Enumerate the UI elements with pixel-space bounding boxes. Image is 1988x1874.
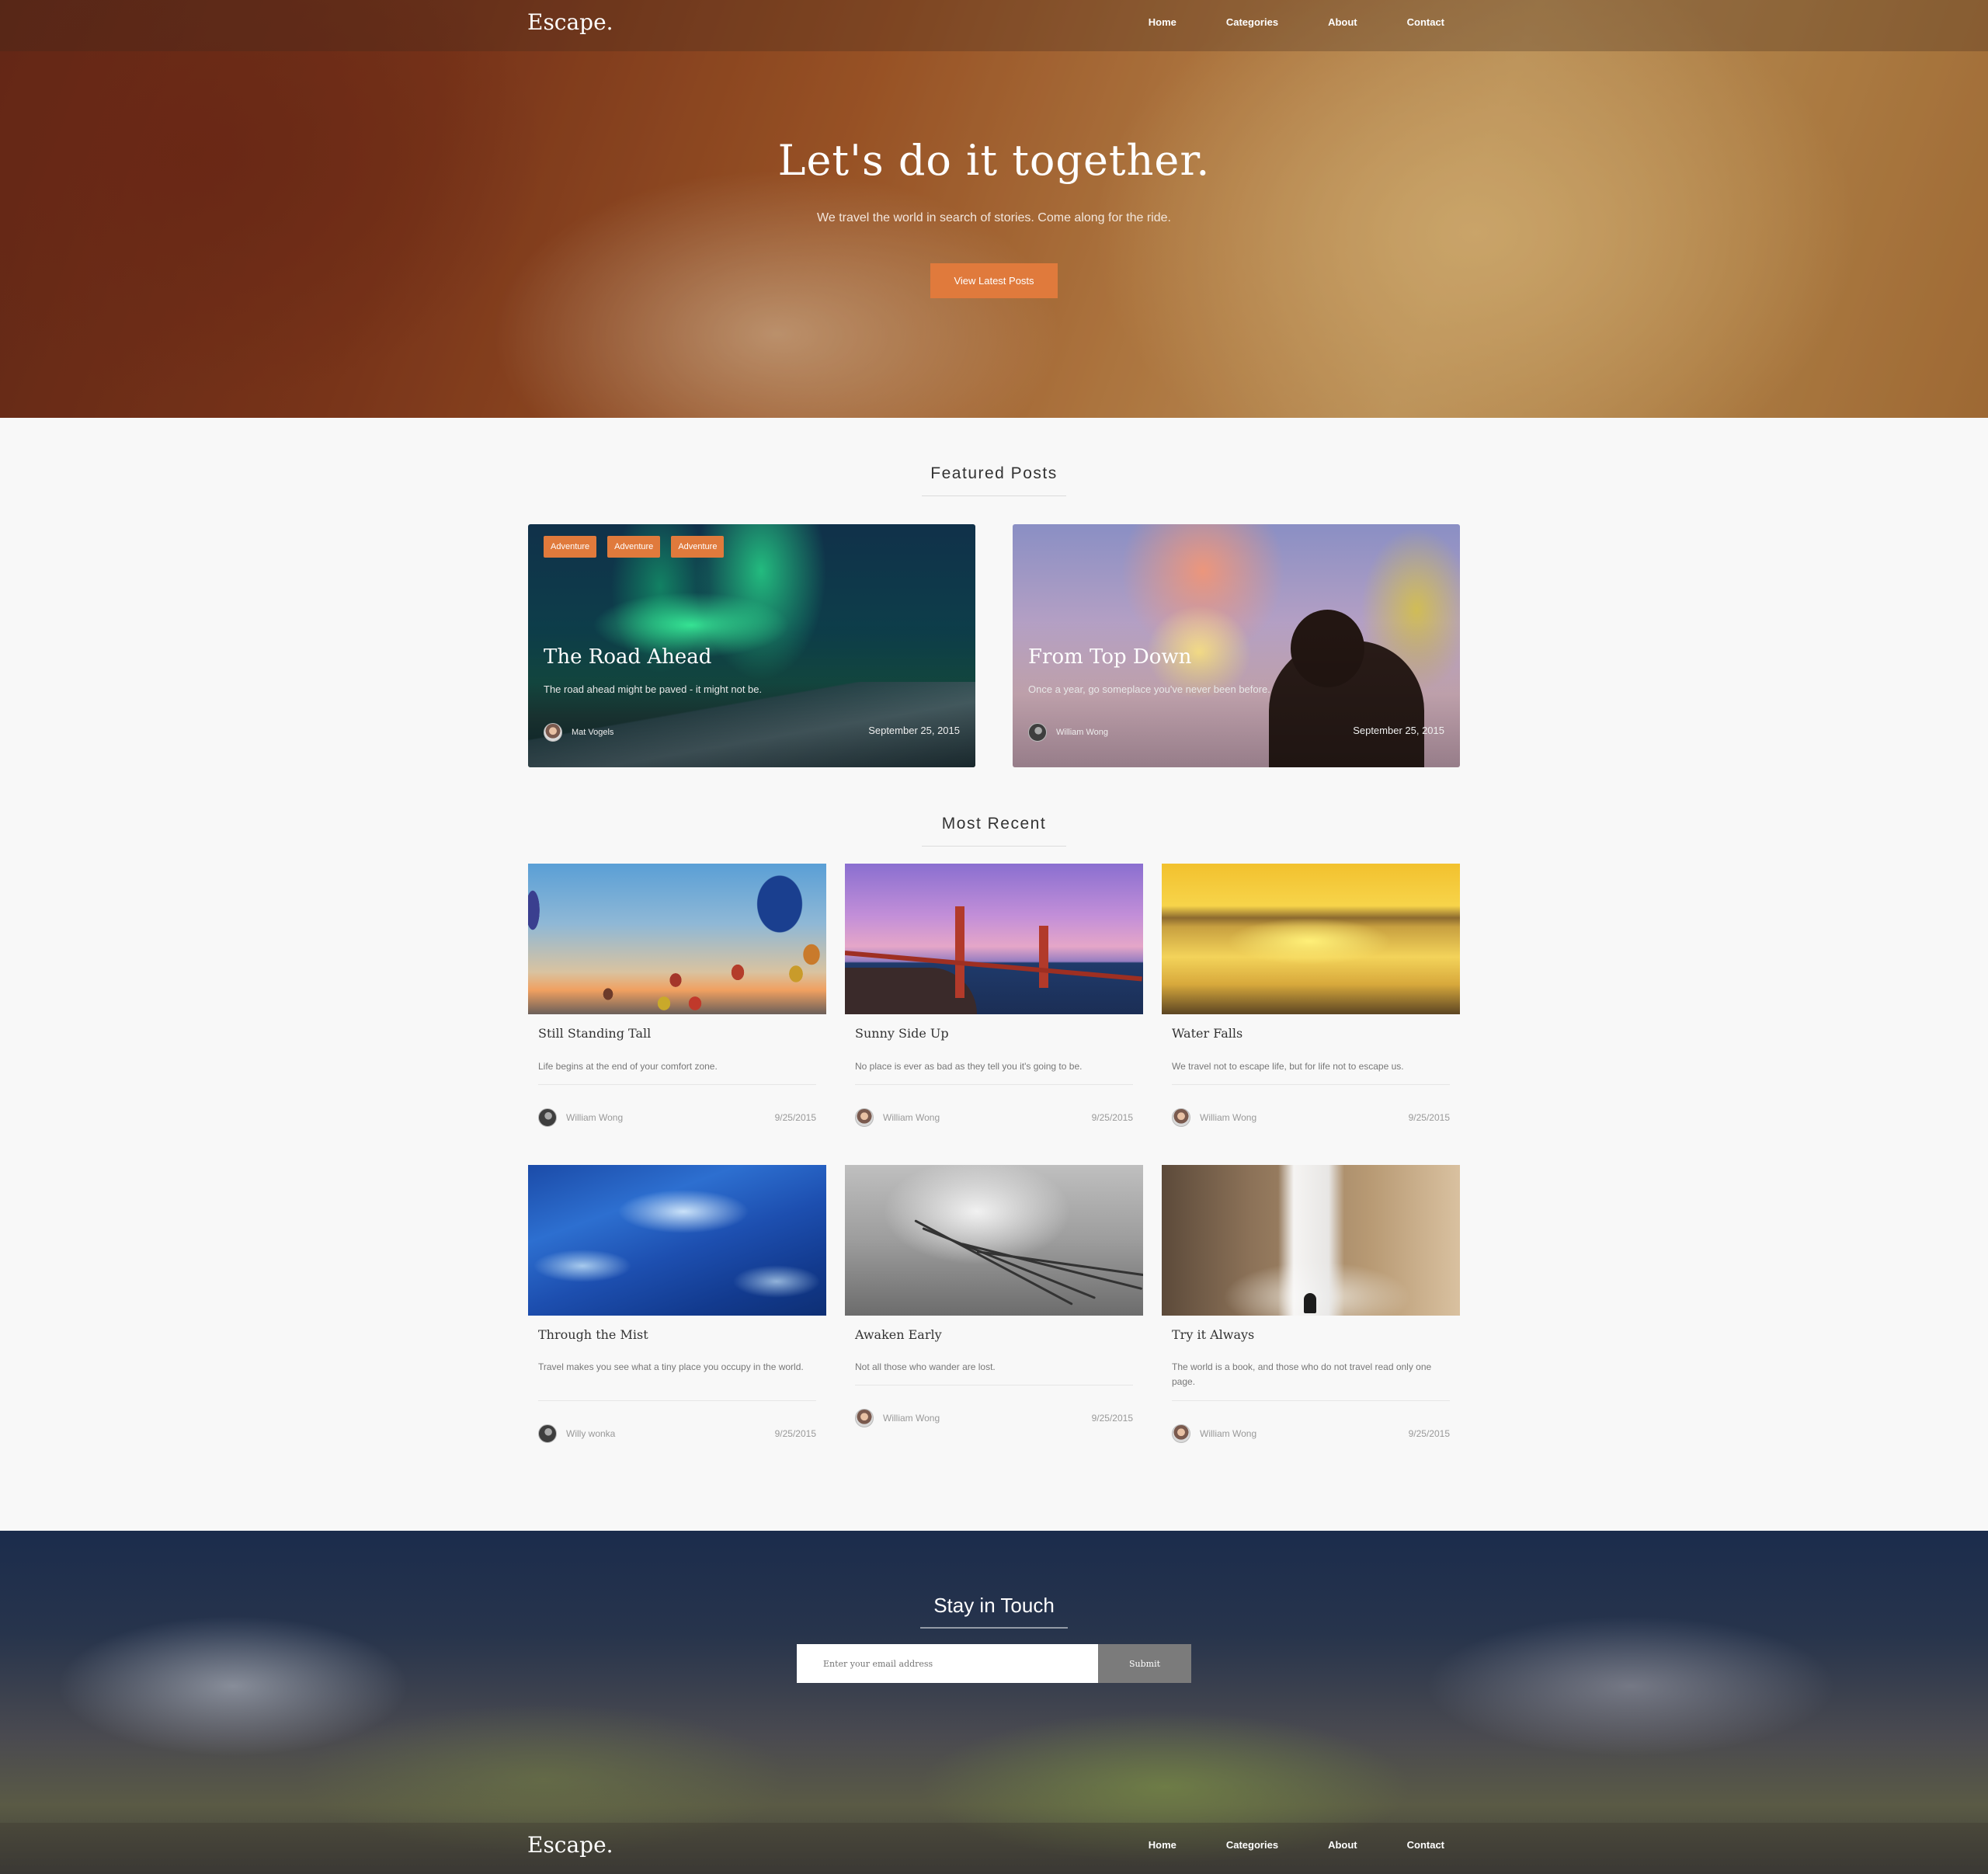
post-image[interactable]	[845, 1165, 1143, 1316]
tag-badge[interactable]: Adventure	[607, 536, 661, 558]
post-excerpt: Travel makes you see what a tiny place y…	[538, 1361, 804, 1372]
featured-post-excerpt: The road ahead might be paved - it might…	[544, 683, 763, 695]
view-latest-posts-button[interactable]: View Latest Posts	[930, 263, 1058, 298]
post-title[interactable]: Awaken Early	[855, 1327, 942, 1342]
author-name: William Wong	[566, 1112, 624, 1123]
avatar	[544, 723, 562, 742]
author-name: William Wong	[1200, 1112, 1257, 1123]
nav-link-categories[interactable]: Categories	[1226, 16, 1278, 28]
post-card[interactable]: Sunny Side Up No place is ever as bad as…	[845, 864, 1143, 1135]
newsletter-heading: Stay in Touch	[933, 1594, 1055, 1617]
post-date: 9/25/2015	[1408, 1112, 1450, 1123]
post-card[interactable]: Awaken Early Not all those who wander ar…	[845, 1165, 1143, 1437]
post-author[interactable]: Mat Vogels	[544, 723, 613, 742]
footer-nav-links: Home Categories About Contact	[1149, 1839, 1444, 1851]
footer-link-about[interactable]: About	[1328, 1839, 1357, 1851]
footer-brand-logo[interactable]: Escape.	[527, 1832, 613, 1858]
nav-link-home[interactable]: Home	[1149, 16, 1176, 28]
featured-posts-heading: Featured Posts	[930, 464, 1058, 482]
footer-link-contact[interactable]: Contact	[1407, 1839, 1444, 1851]
post-date: September 25, 2015	[868, 725, 960, 736]
avatar	[1172, 1108, 1190, 1127]
post-image[interactable]	[528, 864, 826, 1014]
post-author[interactable]: William Wong	[1028, 723, 1108, 742]
post-card[interactable]: Through the Mist Travel makes you see wh…	[528, 1165, 826, 1452]
featured-post-card[interactable]: From Top Down Once a year, go someplace …	[1013, 524, 1460, 767]
post-image[interactable]	[1162, 864, 1460, 1014]
submit-button[interactable]: Submit	[1098, 1644, 1191, 1683]
avatar	[855, 1108, 874, 1127]
post-excerpt: Life begins at the end of your comfort z…	[538, 1061, 718, 1072]
post-card[interactable]: Water Falls We travel not to escape life…	[1162, 864, 1460, 1135]
newsletter-section: Escape. Home Categories About Contact	[0, 1531, 1988, 1874]
author-name: William Wong	[883, 1112, 940, 1123]
post-author[interactable]: William Wong	[1172, 1424, 1256, 1443]
post-date: 9/25/2015	[1408, 1428, 1450, 1439]
post-author[interactable]: William Wong	[1172, 1108, 1256, 1127]
post-author[interactable]: William Wong	[538, 1108, 623, 1127]
featured-post-title[interactable]: From Top Down	[1028, 645, 1191, 669]
featured-post-card[interactable]: Adventure Adventure Adventure The Road A…	[528, 524, 975, 767]
footer-navbar: Escape. Home Categories About Contact	[0, 1823, 1988, 1874]
hero-subtitle: We travel the world in search of stories…	[817, 211, 1171, 224]
featured-post-excerpt: Once a year, go someplace you've never b…	[1028, 683, 1270, 695]
post-date: 9/25/2015	[774, 1112, 816, 1123]
avatar	[855, 1409, 874, 1427]
avatar	[538, 1424, 557, 1443]
post-date: 9/25/2015	[1091, 1112, 1133, 1123]
email-input[interactable]	[797, 1644, 1098, 1683]
post-author[interactable]: William Wong	[855, 1409, 940, 1427]
post-excerpt: The world is a book, and those who do no…	[1172, 1361, 1432, 1387]
brand-logo[interactable]: Escape.	[527, 9, 613, 35]
post-date: September 25, 2015	[1353, 725, 1444, 736]
hero-section: Escape. Home Categories About Contact Le…	[0, 0, 1988, 418]
most-recent-heading: Most Recent	[941, 815, 1047, 833]
post-image[interactable]	[845, 864, 1143, 1014]
post-title[interactable]: Try it Always	[1172, 1327, 1254, 1342]
hero-title: Let's do it together.	[777, 136, 1211, 185]
post-author[interactable]: Willy wonka	[538, 1424, 615, 1443]
post-author[interactable]: William Wong	[855, 1108, 940, 1127]
post-excerpt: We travel not to escape life, but for li…	[1172, 1061, 1404, 1072]
post-date: 9/25/2015	[1091, 1413, 1133, 1424]
nav-link-contact[interactable]: Contact	[1407, 16, 1444, 28]
recent-heading-divider	[922, 846, 1066, 847]
tag-list: Adventure Adventure Adventure	[544, 536, 735, 558]
featured-heading-divider	[922, 495, 1066, 496]
author-name: William Wong	[1200, 1428, 1257, 1439]
nav-links: Home Categories About Contact	[1149, 16, 1444, 28]
tag-badge[interactable]: Adventure	[671, 536, 725, 558]
post-excerpt: Not all those who wander are lost.	[855, 1361, 996, 1372]
hero-background-image	[0, 0, 1988, 418]
post-image[interactable]	[1162, 1165, 1460, 1316]
author-name: Willy wonka	[566, 1428, 616, 1439]
footer-link-home[interactable]: Home	[1149, 1839, 1176, 1851]
author-name: William Wong	[883, 1413, 940, 1424]
post-title[interactable]: Water Falls	[1172, 1026, 1242, 1041]
post-title[interactable]: Sunny Side Up	[855, 1026, 949, 1041]
post-date: 9/25/2015	[774, 1428, 816, 1439]
nav-link-about[interactable]: About	[1328, 16, 1357, 28]
avatar	[1028, 723, 1047, 742]
post-title[interactable]: Still Standing Tall	[538, 1026, 651, 1041]
avatar	[538, 1108, 557, 1127]
featured-post-title[interactable]: The Road Ahead	[544, 645, 711, 669]
post-excerpt: No place is ever as bad as they tell you…	[855, 1061, 1083, 1072]
post-card[interactable]: Still Standing Tall Life begins at the e…	[528, 864, 826, 1135]
author-name: William Wong	[1056, 728, 1109, 737]
tag-badge[interactable]: Adventure	[544, 536, 597, 558]
post-image[interactable]	[528, 1165, 826, 1316]
post-card[interactable]: Try it Always The world is a book, and t…	[1162, 1165, 1460, 1452]
top-navbar: Escape. Home Categories About Contact	[0, 0, 1988, 51]
author-name: Mat Vogels	[572, 728, 614, 737]
avatar	[1172, 1424, 1190, 1443]
newsletter-heading-divider	[920, 1627, 1068, 1629]
footer-link-categories[interactable]: Categories	[1226, 1839, 1278, 1851]
post-title[interactable]: Through the Mist	[538, 1327, 648, 1342]
